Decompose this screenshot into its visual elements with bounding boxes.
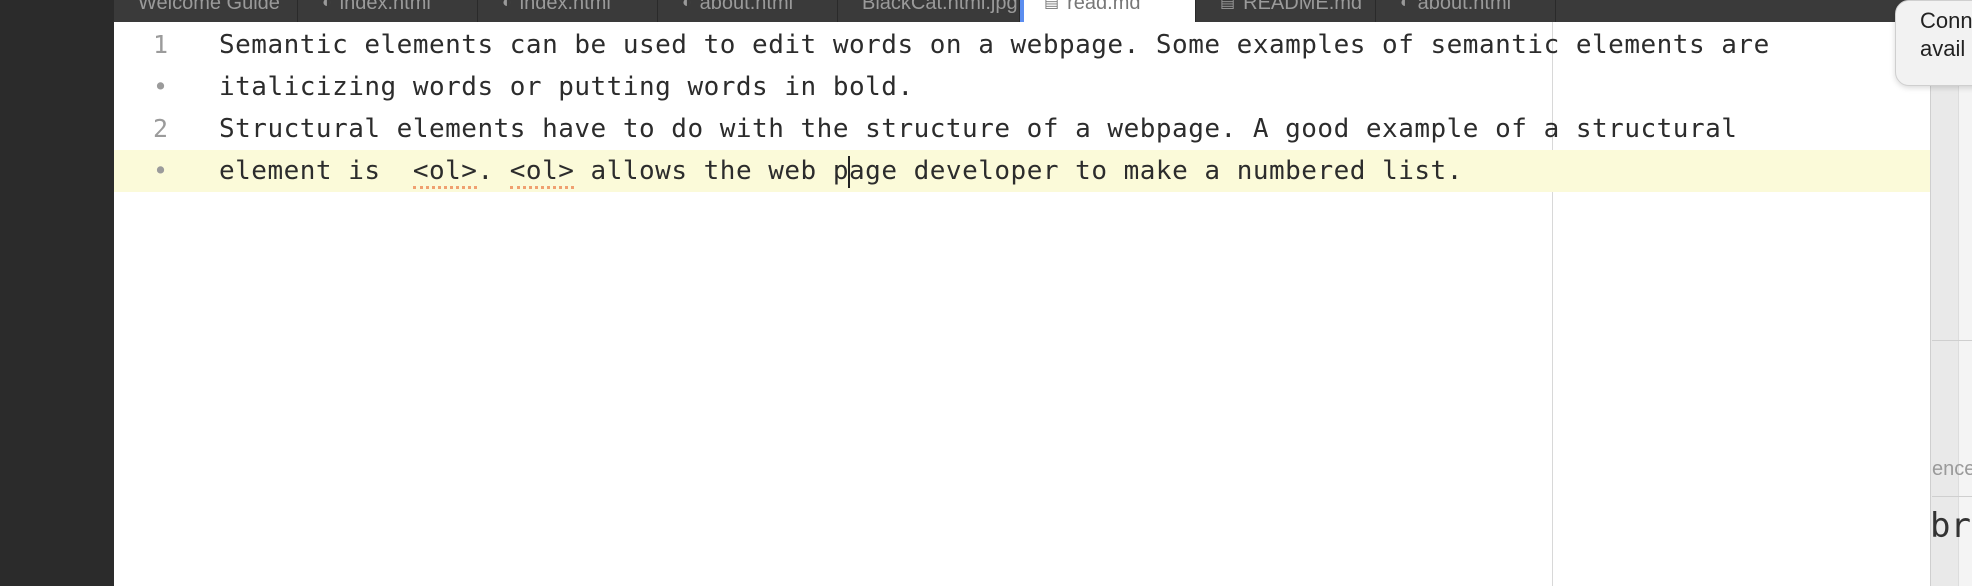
github-icon: ◐ — [682, 0, 692, 11]
left-dark-strip — [0, 0, 114, 586]
tab-label: about.html — [1417, 0, 1512, 14]
line-text: Structural elements have to do with the … — [219, 114, 1738, 144]
github-icon: ◐ — [502, 0, 512, 11]
text-segment: allows the web p — [574, 156, 850, 186]
notification-text: Conn avail — [1920, 8, 1972, 61]
line-number: 2 — [152, 114, 168, 143]
tab-read-md[interactable]: ▤ read.md — [1020, 0, 1196, 22]
notification-popup[interactable]: Conn avail — [1895, 0, 1972, 86]
tab-label: about.html — [699, 0, 794, 14]
tab-index-html-2[interactable]: ◐ index.html — [478, 0, 658, 22]
scrollbar[interactable] — [1958, 0, 1972, 586]
tab-index-html-1[interactable]: ◐ index.html — [298, 0, 478, 22]
editor-line-current[interactable]: • element is <ol>. <ol> allows the web p… — [114, 150, 1930, 192]
tab-readme-md[interactable]: ▤ README.md — [1196, 0, 1376, 22]
tab-label: index.html — [339, 0, 431, 14]
tab-blackcat-jpg[interactable]: BlackCat.html.jpg — [838, 0, 1020, 22]
text-segment: age developer to make a numbered list. — [849, 156, 1463, 186]
spellcheck-flagged-word[interactable]: <ol> — [412, 156, 478, 189]
tab-welcome-guide[interactable]: Welcome Guide — [114, 0, 298, 22]
github-icon: ◐ — [1400, 0, 1410, 11]
editor-line-wrapped[interactable]: • italicizing words or putting words in … — [114, 66, 1930, 108]
tab-label: read.md — [1067, 0, 1141, 14]
tab-about-html-2[interactable]: ◐ about.html — [1376, 0, 1556, 22]
text-editor[interactable]: 1 Semantic elements can be used to edit … — [114, 22, 1930, 586]
editor-line[interactable]: 1 Semantic elements can be used to edit … — [114, 24, 1930, 66]
tab-about-html[interactable]: ◐ about.html — [658, 0, 838, 22]
right-side-panel — [1930, 0, 1972, 586]
tab-label: Welcome Guide — [138, 0, 280, 14]
line-text: Semantic elements can be used to edit wo… — [219, 30, 1770, 60]
text-segment: element is — [219, 156, 413, 186]
panel-divider — [1932, 496, 1972, 497]
line-text: italicizing words or putting words in bo… — [219, 72, 914, 102]
wrap-marker: • — [152, 156, 168, 185]
tab-label: README.md — [1243, 0, 1363, 14]
panel-hint-text: ence — [1932, 458, 1972, 480]
panel-divider — [1932, 340, 1972, 341]
tab-bar: Welcome Guide ◐ index.html ◐ index.html … — [114, 0, 1930, 22]
wrap-marker: • — [152, 72, 168, 101]
line-text: element is <ol>. <ol> allows the web pag… — [219, 150, 1463, 192]
panel-tag-text: br> — [1930, 506, 1972, 546]
tab-label: index.html — [519, 0, 611, 14]
editor-line[interactable]: 2 Structural elements have to do with th… — [114, 108, 1930, 150]
github-icon: ◐ — [322, 0, 332, 11]
spellcheck-flagged-word[interactable]: <ol> — [509, 156, 575, 189]
line-number: 1 — [152, 30, 168, 59]
tab-label: BlackCat.html.jpg — [862, 0, 1018, 14]
file-icon: ▤ — [1220, 0, 1236, 11]
file-icon: ▤ — [1044, 0, 1060, 11]
text-segment: . — [477, 156, 510, 186]
